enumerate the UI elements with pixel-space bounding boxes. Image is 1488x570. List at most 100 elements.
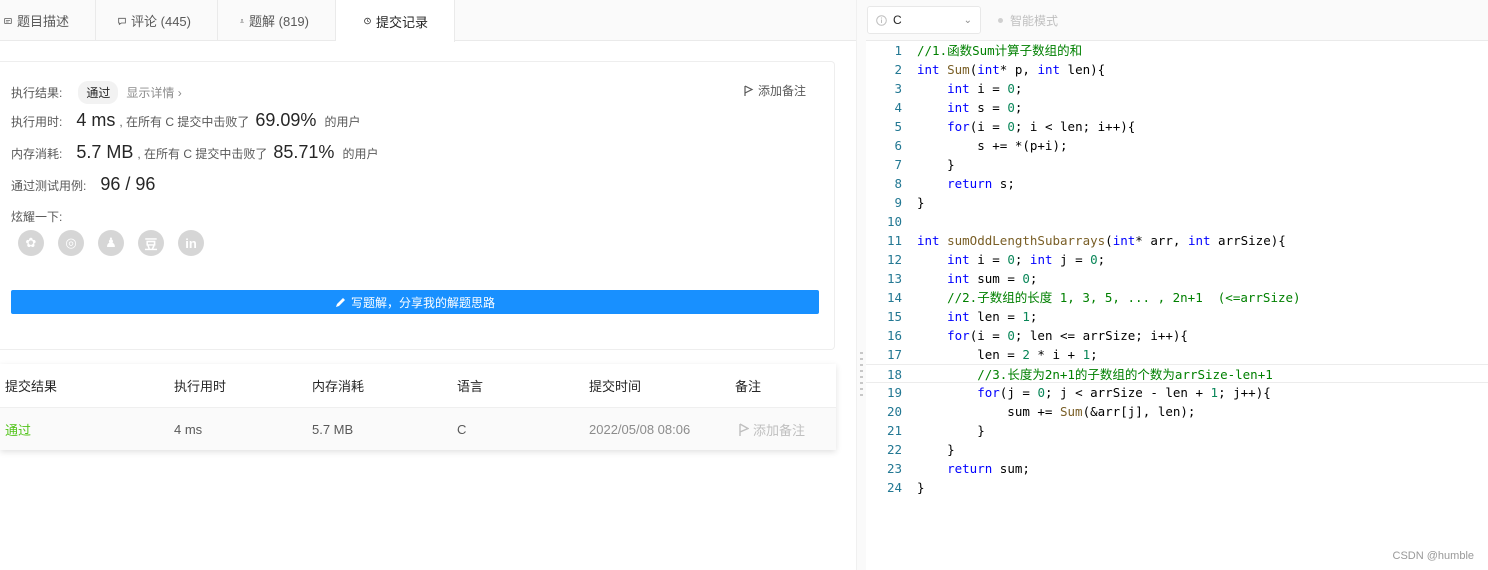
tab-submissions-label: 提交记录	[375, 14, 428, 30]
line-number: 2	[894, 62, 902, 77]
result-label: 执行结果:	[11, 86, 63, 100]
table-header: 提交结果 执行用时 内存消耗 语言 提交时间 备注	[0, 364, 836, 407]
header-memory: 内存消耗	[312, 379, 365, 394]
wechat-icon[interactable]: ✿	[18, 230, 44, 256]
code-text: s += *(p+i);	[917, 138, 1068, 153]
qq-icon[interactable]: ♟	[98, 230, 124, 256]
pane-splitter[interactable]	[856, 0, 866, 570]
code-line: 6 s += *(p+i);	[866, 136, 1488, 155]
add-note-button[interactable]: 添加备注	[744, 82, 806, 99]
editor-toolbar: C ⌄ 智能模式	[866, 0, 1488, 41]
runtime-mid: , 在所有 C 提交中击败了	[119, 115, 250, 129]
info-icon	[876, 14, 887, 26]
smart-mode-label: 智能模式	[1010, 14, 1059, 28]
row-time: 2022/05/08 08:06	[589, 422, 691, 437]
chevron-down-icon: ⌄	[963, 14, 972, 26]
line-number: 9	[894, 195, 902, 210]
row-add-note-label: 添加备注	[753, 423, 806, 438]
tab-submissions[interactable]: 提交记录	[336, 0, 455, 42]
code-text: int i = 0;	[947, 81, 1023, 96]
line-number: 5	[894, 119, 902, 134]
row-language: C	[457, 422, 467, 437]
code-line: 4 int s = 0;	[866, 98, 1488, 117]
memory-label: 内存消耗:	[11, 147, 63, 161]
code-text: int Sum(int* p, int len){	[917, 62, 1106, 77]
code-editor[interactable]: 1 //1.函数Sum计算子数组的和 2 int Sum(int* p, int l…	[866, 41, 1488, 570]
weibo-icon[interactable]: ◎	[58, 230, 84, 256]
tests-value: 96 / 96	[100, 174, 156, 194]
line-number: 11	[886, 233, 902, 248]
code-text: int sumOddLengthSubarrays(int* arr, int …	[917, 233, 1286, 248]
code-line: 15 int len = 1;	[866, 307, 1488, 326]
runtime-label: 执行用时:	[11, 115, 63, 129]
row-runtime: 4 ms	[174, 422, 203, 437]
code-text: }	[917, 423, 985, 438]
code-line: 11 int sumOddLengthSubarrays(int* arr, in…	[866, 231, 1488, 250]
write-solution-button[interactable]: 写题解，分享我的解题思路	[11, 290, 819, 314]
memory-row: 内存消耗: 5.7 MB , 在所有 C 提交中击败了 85.71% 的用户	[11, 142, 378, 163]
code-line: 16 for(i = 0; len <= arrSize; i++){	[866, 326, 1488, 345]
runtime-percent: 69.09%	[255, 110, 317, 130]
status-dot-icon	[998, 18, 1003, 23]
drag-handle-icon[interactable]	[860, 352, 863, 400]
share-icons: ✿ ◎ ♟ 豆 in	[18, 230, 204, 256]
tab-solutions[interactable]: 题解 (819)	[218, 0, 336, 41]
line-number: 14	[886, 290, 902, 305]
code-text: int sum = 0;	[947, 271, 1038, 286]
header-runtime: 执行用时	[174, 379, 227, 394]
write-solution-label: 写题解，分享我的解题思路	[350, 295, 495, 310]
code-line: 10	[866, 212, 1488, 231]
code-text: }	[917, 157, 955, 172]
runtime-row: 执行用时: 4 ms , 在所有 C 提交中击败了 69.09% 的用户	[11, 110, 360, 131]
tab-comments[interactable]: 评论 (445)	[96, 0, 218, 41]
tab-description-label: 题目描述	[16, 14, 69, 29]
code-line: 9}	[866, 193, 1488, 212]
line-number: 19	[886, 385, 902, 400]
share-label: 炫耀一下:	[11, 210, 63, 224]
douban-icon[interactable]: 豆	[138, 230, 164, 256]
code-text: sum += Sum(&arr[j], len);	[917, 404, 1196, 419]
memory-suffix: 的用户	[342, 147, 379, 161]
code-line: 3 int i = 0;	[866, 79, 1488, 98]
line-number: 21	[886, 423, 902, 438]
code-pane: C ⌄ 智能模式 1 //1.函数Sum计算子数组的和 2 int Sum(int*…	[866, 0, 1488, 570]
line-number: 23	[886, 461, 902, 476]
runtime-suffix: 的用户	[324, 115, 361, 129]
code-text: for(i = 0; i < len; i++){	[947, 119, 1136, 134]
row-memory: 5.7 MB	[312, 422, 354, 437]
tab-description[interactable]: 题目描述	[0, 0, 96, 41]
row-add-note-button[interactable]: 添加备注	[739, 408, 805, 451]
code-text: }	[917, 480, 925, 495]
linkedin-icon[interactable]: in	[178, 230, 204, 256]
code-text: //2.子数组的长度 1, 3, 5, ... , 2n+1 (<=arrSiz…	[947, 290, 1301, 305]
line-number: 16	[886, 328, 902, 343]
add-note-label: 添加备注	[757, 84, 806, 98]
code-line: 7 }	[866, 155, 1488, 174]
code-line: 1 //1.函数Sum计算子数组的和	[866, 41, 1488, 60]
memory-mid: , 在所有 C 提交中击败了	[137, 147, 268, 161]
header-result: 提交结果	[5, 379, 58, 394]
share-row: 炫耀一下:	[11, 208, 62, 225]
code-text: for(j = 0; j < arrSize - len + 1; j++){	[977, 385, 1271, 400]
code-text: return sum;	[947, 461, 1030, 476]
tests-label: 通过测试用例:	[11, 179, 87, 193]
header-note: 备注	[735, 379, 762, 394]
pencil-icon	[335, 297, 345, 307]
document-icon	[4, 17, 12, 24]
row-result[interactable]: 通过	[5, 408, 31, 451]
tab-comments-label: 评论 (445)	[131, 14, 191, 29]
smart-mode-toggle[interactable]: 智能模式	[998, 12, 1058, 29]
code-line: 21 }	[866, 421, 1488, 440]
code-line-active: 18 //3.长度为2n+1的子数组的个数为arrSize-len+1	[866, 364, 1488, 383]
code-line: 13 int sum = 0;	[866, 269, 1488, 288]
show-details-link[interactable]: 显示详情 ›	[126, 84, 181, 101]
line-number: 10	[886, 214, 902, 229]
language-select[interactable]: C ⌄	[867, 6, 981, 34]
table-row[interactable]: 通过 4 ms 5.7 MB C 2022/05/08 08:06 添加备注	[0, 407, 836, 450]
result-card: 执行结果: 通过 显示详情 › 添加备注 执行用时: 4 ms , 在所有 C …	[0, 61, 835, 350]
tab-solutions-label: 题解 (819)	[249, 14, 309, 29]
clock-icon	[364, 17, 371, 25]
flag-icon	[739, 422, 749, 436]
language-value: C	[893, 13, 902, 27]
code-line: 20 sum += Sum(&arr[j], len);	[866, 402, 1488, 421]
